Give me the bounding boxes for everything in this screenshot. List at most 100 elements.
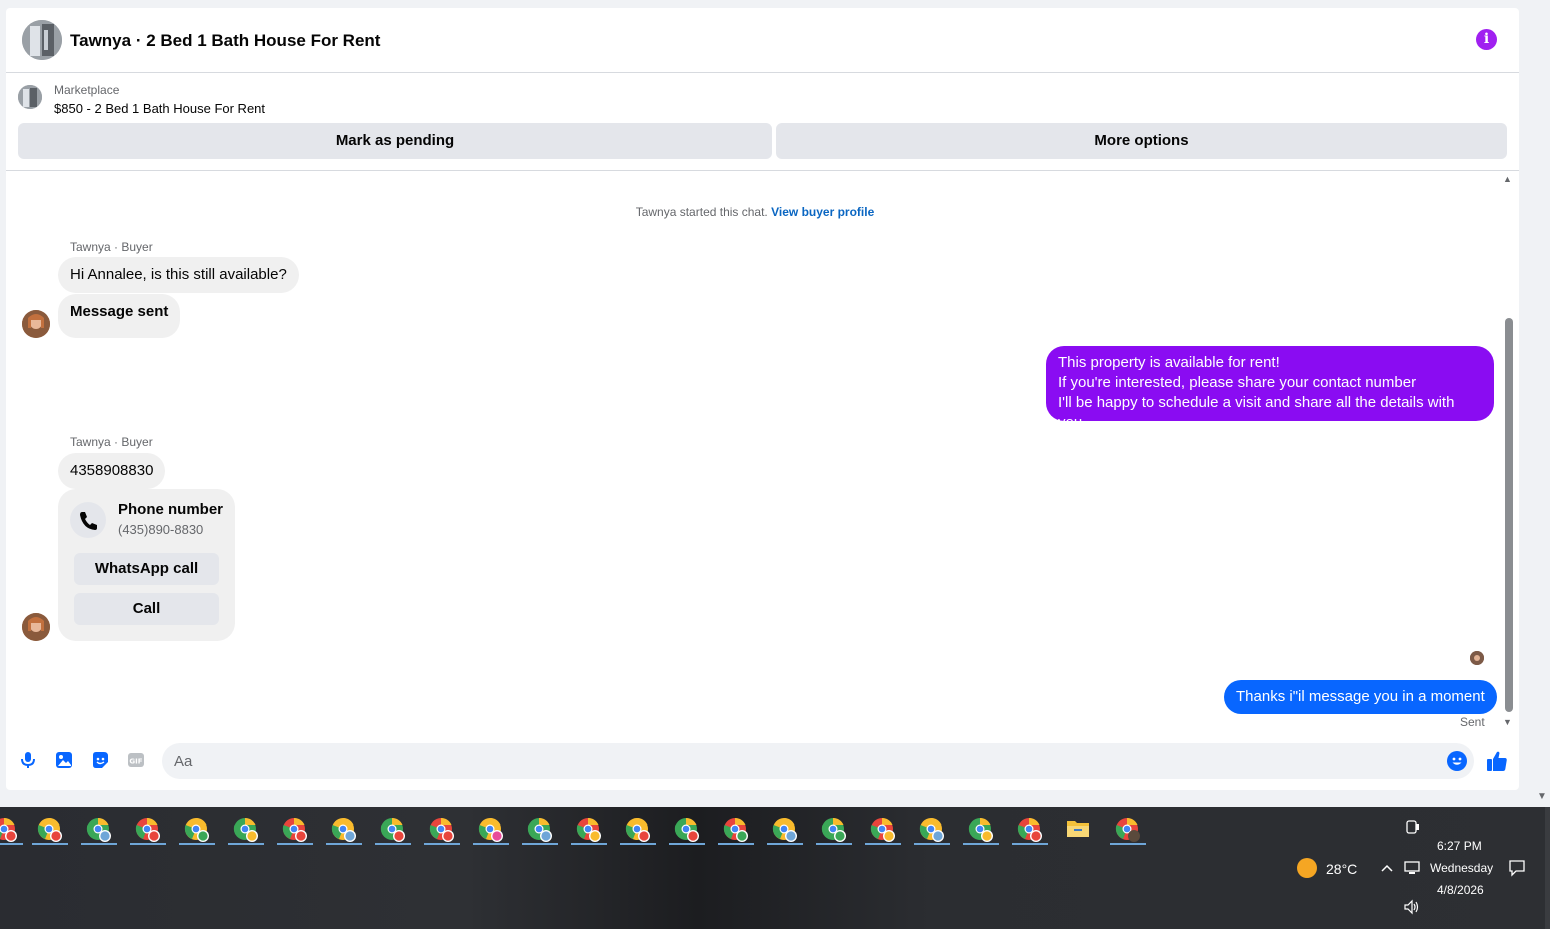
app-running-indicator — [375, 843, 411, 845]
outgoing-line: I'll be happy to schedule a visit and sh… — [1058, 394, 1455, 431]
meet-now-icon[interactable] — [1404, 819, 1420, 835]
weather-sun-icon[interactable] — [1297, 858, 1317, 878]
svg-text:GIF: GIF — [129, 758, 142, 766]
taskbar: 6:27 PM Wednesday 4/8/2026 28°C — [0, 807, 1550, 929]
chrome-app-icon[interactable] — [576, 817, 602, 843]
outgoing-message[interactable]: This property is available for rent! If … — [1046, 346, 1494, 431]
sender-label: Tawnya · Buyer — [70, 435, 153, 449]
notifications-icon[interactable] — [1508, 859, 1526, 877]
chat-started-text: Tawnya started this chat. — [635, 205, 768, 219]
call-button[interactable]: Call — [74, 593, 219, 625]
chrome-app-icon[interactable] — [233, 817, 259, 843]
gif-icon[interactable]: GIF — [127, 751, 145, 769]
app-running-indicator — [473, 843, 509, 845]
chrome-app-icon[interactable] — [429, 817, 455, 843]
whatsapp-call-button[interactable]: WhatsApp call — [74, 553, 219, 585]
phone-number-card: Phone number (435)890-8830 WhatsApp call… — [58, 489, 235, 641]
chevron-up-icon[interactable] — [1381, 863, 1393, 873]
like-icon[interactable] — [1486, 750, 1508, 772]
clock-day[interactable]: Wednesday — [1430, 861, 1493, 875]
app-running-indicator — [522, 843, 558, 845]
chrome-app-icon[interactable] — [380, 817, 406, 843]
chrome-app-icon[interactable] — [478, 817, 504, 843]
chrome-app-icon[interactable] — [870, 817, 896, 843]
chrome-app-icon[interactable] — [86, 817, 112, 843]
listing-thumbnail[interactable] — [18, 85, 42, 109]
scroll-down-arrow[interactable]: ▼ — [1503, 717, 1512, 727]
clock-time[interactable]: 6:27 PM — [1437, 839, 1482, 853]
taskbar-edge — [1545, 807, 1550, 929]
page-scroll-down-arrow[interactable]: ▼ — [1537, 791, 1547, 802]
chrome-app-icon[interactable] — [772, 817, 798, 843]
app-running-indicator — [669, 843, 705, 845]
composer: GIF — [6, 741, 1519, 781]
message-list: Tawnya started this chat. View buyer pro… — [6, 171, 1519, 731]
incoming-message[interactable]: Hi Annalee, is this still available? — [58, 257, 299, 293]
app-running-indicator — [963, 843, 999, 845]
chrome-profile-app-icon[interactable] — [1115, 817, 1141, 843]
chrome-app-icon[interactable] — [37, 817, 63, 843]
app-running-indicator — [718, 843, 754, 845]
microphone-icon[interactable] — [19, 751, 37, 769]
buyer-avatar[interactable] — [22, 613, 50, 641]
message-input[interactable] — [162, 743, 1474, 779]
app-running-indicator — [914, 843, 950, 845]
sent-status: Sent — [1460, 715, 1485, 729]
view-buyer-profile-link[interactable]: View buyer profile — [771, 205, 874, 219]
listing-price-title[interactable]: $850 - 2 Bed 1 Bath House For Rent — [54, 101, 265, 116]
phone-card-title: Phone number — [118, 501, 224, 518]
scroll-up-arrow[interactable]: ▲ — [1503, 174, 1512, 184]
chat-header: Tawnya · 2 Bed 1 Bath House For Rent i — [6, 8, 1519, 73]
chrome-app-icon[interactable] — [1017, 817, 1043, 843]
chrome-app-icon[interactable] — [968, 817, 994, 843]
app-running-indicator — [130, 843, 166, 845]
app-running-indicator — [1012, 843, 1048, 845]
emoji-icon[interactable] — [1447, 751, 1467, 771]
network-icon[interactable] — [1403, 860, 1421, 876]
weather-temp[interactable]: 28°C — [1326, 861, 1357, 877]
chrome-app-icon[interactable] — [625, 817, 651, 843]
app-running-indicator — [228, 843, 264, 845]
chrome-app-icon[interactable] — [0, 817, 18, 843]
buyer-avatar[interactable] — [22, 310, 50, 338]
outgoing-line: This property is available for rent! — [1058, 354, 1280, 371]
app-running-indicator — [865, 843, 901, 845]
app-running-indicator — [767, 843, 803, 845]
photo-icon[interactable] — [55, 751, 73, 769]
file-explorer-icon[interactable] — [1066, 817, 1092, 843]
app-running-indicator — [1110, 843, 1146, 845]
info-icon[interactable]: i — [1476, 29, 1497, 50]
more-options-button[interactable]: More options — [776, 123, 1507, 159]
chrome-app-icon[interactable] — [723, 817, 749, 843]
chrome-app-icon[interactable] — [135, 817, 161, 843]
listing-banner: Marketplace $850 - 2 Bed 1 Bath House Fo… — [6, 73, 1519, 171]
app-running-indicator — [326, 843, 362, 845]
app-running-indicator — [179, 843, 215, 845]
app-running-indicator — [277, 843, 313, 845]
outgoing-message[interactable]: Thanks i"il message you in a moment — [1224, 680, 1497, 714]
chrome-app-icon[interactable] — [919, 817, 945, 843]
app-running-indicator — [81, 843, 117, 845]
seen-avatar — [1470, 651, 1484, 665]
volume-icon[interactable] — [1403, 899, 1421, 915]
chrome-app-icon[interactable] — [674, 817, 700, 843]
clock-date[interactable]: 4/8/2026 — [1437, 883, 1484, 897]
outgoing-line: If you're interested, please share your … — [1058, 374, 1417, 391]
sender-label: Tawnya · Buyer — [70, 240, 153, 254]
incoming-message[interactable]: Message sent — [58, 294, 181, 338]
chrome-app-icon[interactable] — [184, 817, 210, 843]
chrome-app-icon[interactable] — [527, 817, 553, 843]
chrome-app-icon[interactable] — [331, 817, 357, 843]
listing-avatar[interactable] — [22, 20, 62, 60]
incoming-message[interactable]: 4358908830 — [58, 453, 166, 489]
phone-card-number: (435)890-8830 — [118, 522, 204, 537]
app-running-indicator — [571, 843, 607, 845]
chrome-app-icon[interactable] — [282, 817, 308, 843]
mark-pending-button[interactable]: Mark as pending — [18, 123, 772, 159]
app-running-indicator — [32, 843, 68, 845]
listing-kind: Marketplace — [54, 83, 120, 97]
app-running-indicator — [816, 843, 852, 845]
chrome-app-icon[interactable] — [821, 817, 847, 843]
sticker-icon[interactable] — [91, 751, 109, 769]
scrollbar-thumb[interactable] — [1505, 318, 1513, 712]
